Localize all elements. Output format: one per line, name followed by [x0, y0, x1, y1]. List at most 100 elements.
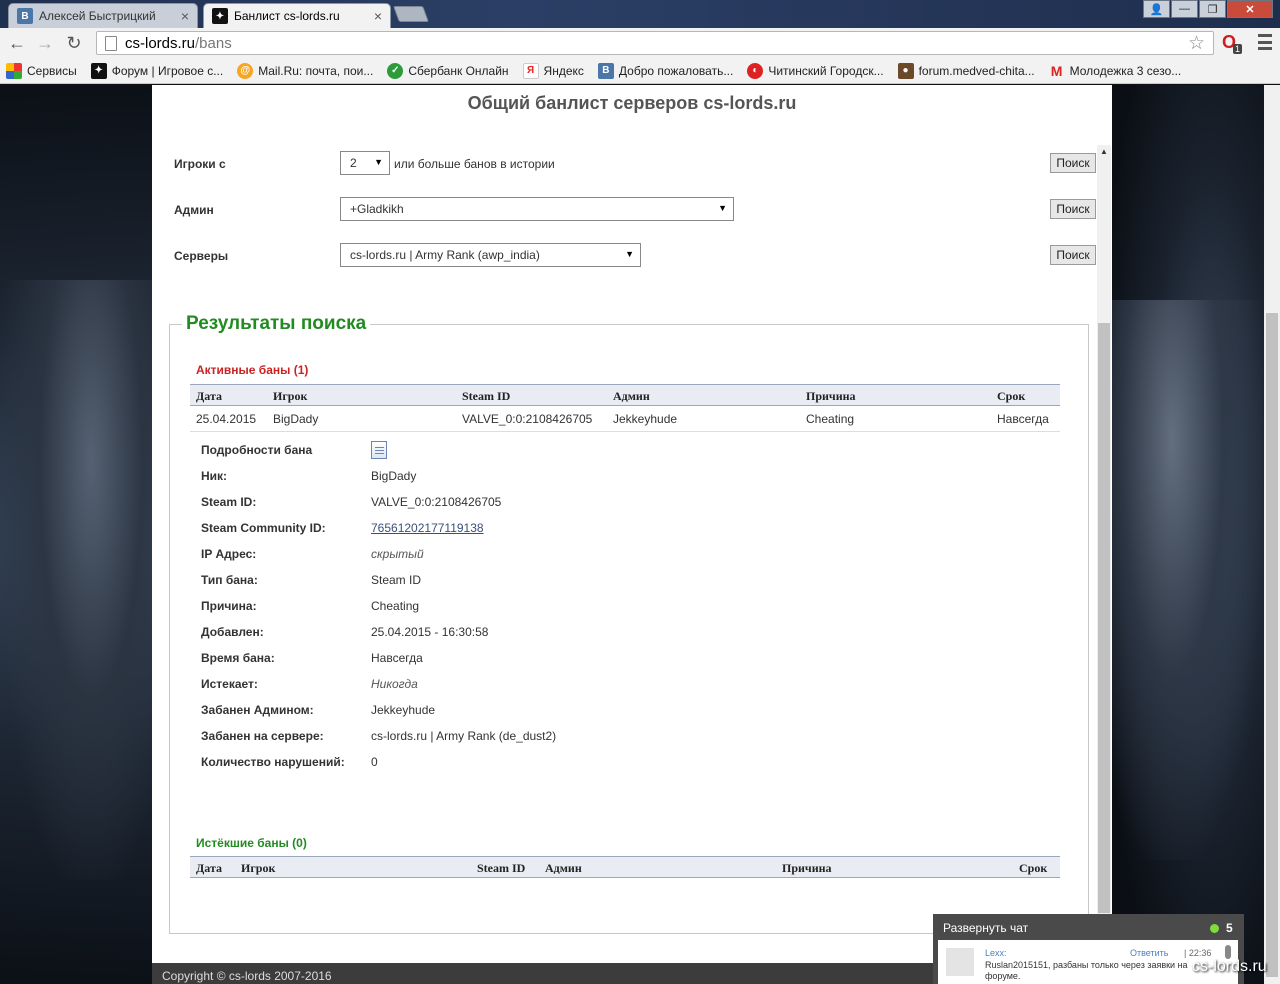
column-player: Игрок: [273, 389, 308, 403]
back-icon[interactable]: ←: [6, 32, 28, 54]
detail-label-added: Добавлен:: [201, 625, 264, 639]
bookmark-label: Добро пожаловать...: [618, 63, 734, 78]
column-date: Дата: [196, 389, 222, 403]
bookmark-molodezhka[interactable]: M Молодежка 3 сезо...: [1049, 63, 1182, 79]
bookmark-vk[interactable]: В Добро пожаловать...: [597, 62, 734, 79]
detail-value-ip: скрытый: [371, 547, 424, 561]
page-scrollbar-thumb[interactable]: [1266, 313, 1278, 977]
search-admin-button[interactable]: Поиск: [1050, 199, 1096, 219]
search-players-button[interactable]: Поиск: [1050, 153, 1096, 173]
forward-icon[interactable]: →: [34, 32, 56, 54]
avatar: [946, 948, 974, 976]
chat-message: Ruslan2015151, разбаны только через заяв…: [985, 960, 1188, 981]
column-term: Срок: [997, 389, 1026, 403]
bookmark-label: Сбербанк Онлайн: [408, 63, 509, 78]
steam-community-link[interactable]: 76561202177119138: [371, 521, 484, 535]
filter-players-suffix: или больше банов в истории: [394, 157, 555, 171]
search-servers-button[interactable]: Поиск: [1050, 245, 1096, 265]
close-tab-icon[interactable]: ×: [181, 8, 189, 24]
players-count-value: 2: [350, 156, 357, 170]
detail-label-expires: Истекает:: [201, 677, 258, 691]
content-scrollbar-thumb[interactable]: [1098, 323, 1110, 913]
chat-reply-link[interactable]: Ответить: [1130, 948, 1168, 958]
chita-icon: ◐: [747, 62, 764, 79]
content-scrollbar[interactable]: ▲: [1097, 145, 1111, 915]
bookmark-label: Mail.Ru: почта, пои...: [258, 63, 374, 78]
column-reason: Причина: [782, 861, 832, 875]
detail-label-banned-by: Забанен Админом:: [201, 703, 314, 717]
bookmark-yandex[interactable]: Я Яндекс: [522, 62, 584, 79]
players-count-select[interactable]: 2 ▼: [340, 151, 390, 175]
filter-admin-label: Админ: [174, 203, 214, 217]
chat-username[interactable]: Lexx:: [985, 948, 1007, 958]
bookmark-forum[interactable]: ✦ Форум | Игровое с...: [90, 62, 224, 79]
column-player: Игрок: [241, 861, 276, 875]
extension-badge: 1: [1233, 44, 1243, 54]
filter-servers-label: Серверы: [174, 249, 229, 263]
detail-value-ban-time: Навсегда: [371, 651, 423, 665]
tab-title: Алексей Быстрицкий: [39, 9, 156, 23]
admin-select[interactable]: +Gladkikh ▼: [340, 197, 734, 221]
reload-icon[interactable]: ↻: [63, 32, 85, 54]
cell-steam-id: VALVE_0:0:2108426705: [462, 412, 593, 426]
detail-value-reason: Cheating: [371, 599, 420, 613]
tab-banlist[interactable]: ✦ Банлист cs-lords.ru ×: [203, 3, 391, 28]
document-icon[interactable]: [371, 441, 387, 459]
bookmark-mailru[interactable]: @ Mail.Ru: почта, пои...: [237, 62, 374, 79]
filter-admin-row: Админ +Gladkikh ▼ Поиск: [174, 197, 1096, 223]
maximize-button[interactable]: ❐: [1199, 0, 1226, 18]
new-tab-button[interactable]: [393, 6, 429, 22]
tab-title: Банлист cs-lords.ru: [234, 9, 340, 23]
bookmark-label: Читинский Городск...: [768, 63, 884, 78]
detail-value-banned-by: Jekkeyhude: [371, 703, 436, 717]
table-row[interactable]: 25.04.2015 BigDady VALVE_0:0:2108426705 …: [190, 406, 1060, 432]
close-window-button[interactable]: ✕: [1227, 0, 1273, 18]
url-host: cs-lords.ru: [125, 34, 196, 52]
filter-players-row: Игроки с 2 ▼ или больше банов в истории …: [174, 151, 1096, 177]
apps-icon: [6, 62, 22, 79]
page-title: Общий банлист серверов cs-lords.ru: [467, 93, 797, 113]
detail-label-ban-type: Тип бана:: [201, 573, 258, 587]
detail-value-server: cs-lords.ru | Army Rank (de_dust2): [371, 729, 557, 743]
online-status-icon: [1210, 924, 1219, 933]
yandex-icon: Я: [522, 62, 539, 79]
active-bans-table-header: Дата Игрок Steam ID Админ Причина Срок: [190, 384, 1060, 406]
menu-icon[interactable]: [1258, 34, 1272, 50]
address-bar[interactable]: cs-lords.ru/bans: [96, 31, 1214, 55]
admin-value: +Gladkikh: [350, 202, 404, 216]
detail-label-ban-time: Время бана:: [201, 651, 275, 665]
cell-admin: Jekkeyhude: [613, 412, 678, 426]
bookmark-label: Сервисы: [27, 63, 77, 78]
chat-expand-label[interactable]: Развернуть чат: [943, 921, 1028, 935]
column-date: Дата: [196, 861, 222, 875]
cell-player: BigDady: [273, 412, 319, 426]
tab-vk[interactable]: В Алексей Быстрицкий ×: [8, 3, 198, 28]
bookmark-label: Молодежка 3 сезо...: [1069, 63, 1182, 78]
cell-term: Навсегда: [997, 412, 1049, 426]
minimize-button[interactable]: —: [1171, 0, 1198, 18]
bear-icon: ●: [897, 62, 914, 79]
chat-scrollbar[interactable]: [1225, 945, 1231, 959]
filter-servers-row: Серверы cs-lords.ru | Army Rank (awp_ind…: [174, 243, 1096, 269]
bookmark-sberbank[interactable]: ✓ Сбербанк Онлайн: [387, 62, 509, 79]
bookmark-label: forum.medved-chita...: [918, 63, 1035, 78]
servers-select[interactable]: cs-lords.ru | Army Rank (awp_india) ▼: [340, 243, 641, 267]
page-scrollbar[interactable]: [1264, 85, 1280, 984]
bookmark-services[interactable]: Сервисы: [6, 62, 77, 79]
bookmark-medved[interactable]: ● forum.medved-chita...: [897, 62, 1035, 79]
cell-reason: Cheating: [806, 412, 855, 426]
cs-icon: ✦: [212, 8, 228, 24]
close-tab-icon[interactable]: ×: [374, 8, 382, 24]
background-soldier-right: [1112, 300, 1262, 860]
bookmark-chita[interactable]: ◐ Читинский Городск...: [747, 62, 884, 79]
detail-value-nick: BigDady: [371, 469, 417, 483]
detail-value-steam-id: VALVE_0:0:2108426705: [371, 495, 502, 509]
column-reason: Причина: [806, 389, 856, 403]
bookmark-star-icon[interactable]: ☆: [1188, 32, 1205, 55]
chat-timestamp: | 22:36: [1184, 948, 1212, 958]
column-term: Срок: [1019, 861, 1048, 875]
scroll-up-icon[interactable]: ▲: [1100, 147, 1108, 156]
bookmark-label: Форум | Игровое с...: [111, 63, 224, 78]
user-icon[interactable]: 👤: [1143, 0, 1170, 18]
detail-label-nick: Ник:: [201, 469, 228, 483]
